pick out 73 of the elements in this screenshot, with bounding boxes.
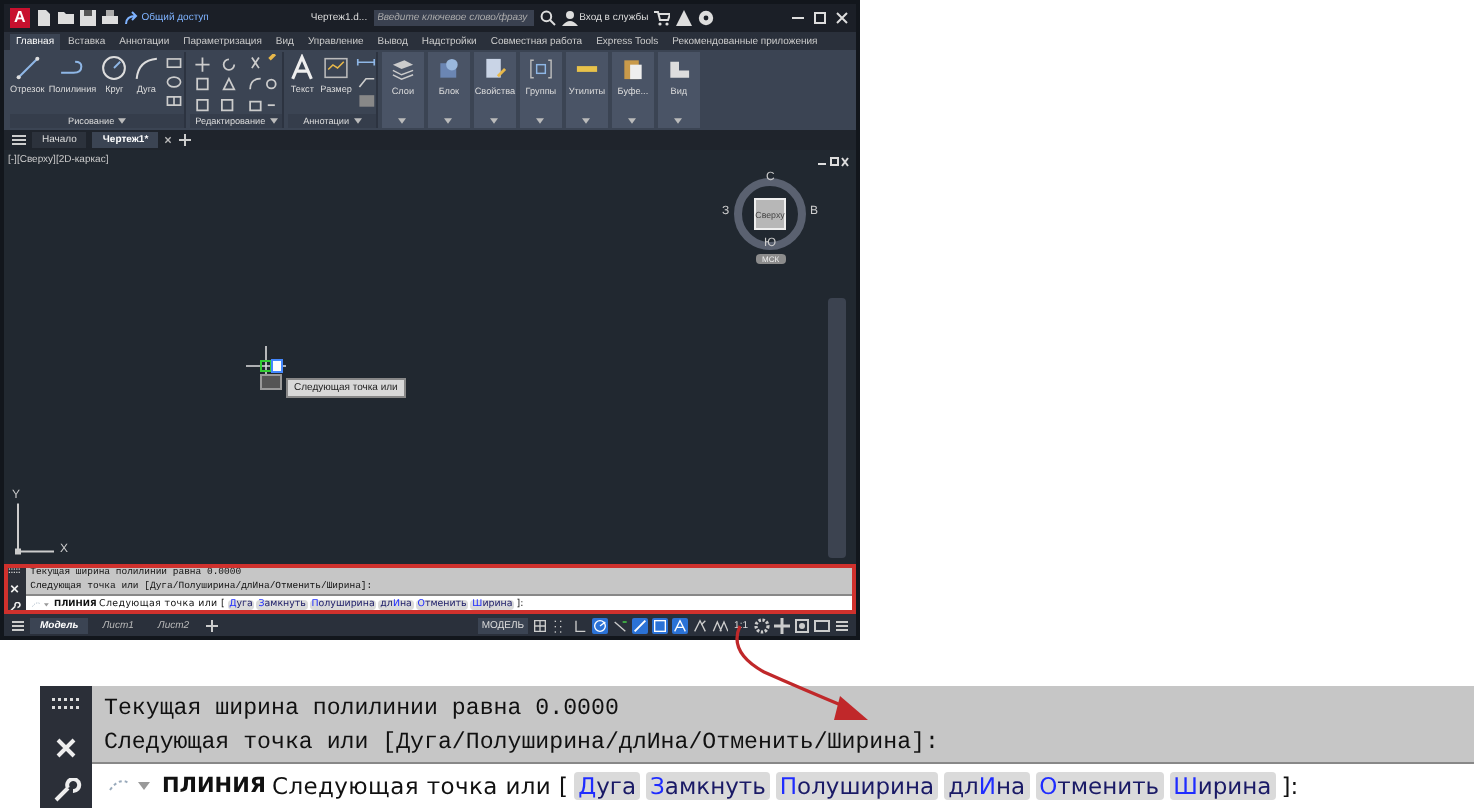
annotation-tools-drawing[interactable] [355, 54, 376, 110]
new-file-icon[interactable] [35, 10, 52, 26]
command-option[interactable]: Ширина [1169, 772, 1276, 800]
customize-icon[interactable] [834, 617, 850, 633]
isolate-objects-icon[interactable] [794, 617, 810, 633]
line-tool-icon [13, 54, 42, 82]
clipboard-icon [619, 56, 646, 82]
caret-icon[interactable] [536, 118, 545, 124]
help-icon[interactable] [698, 10, 715, 26]
view-icon [665, 56, 692, 82]
selection-toggle-icon[interactable] [652, 617, 669, 633]
fullscreen-icon[interactable] [814, 617, 830, 633]
caret-icon[interactable] [490, 118, 499, 124]
command-option[interactable]: Отменить [1035, 772, 1164, 800]
ortho-toggle-icon[interactable] [572, 617, 589, 633]
app-logo[interactable]: A [10, 8, 30, 28]
caret-icon[interactable] [269, 118, 278, 124]
plus-icon[interactable] [774, 617, 790, 633]
caret-icon[interactable] [118, 118, 127, 124]
user-icon [561, 10, 578, 26]
command-option[interactable]: Полуширина [775, 772, 939, 800]
viewport-controls-drawing[interactable] [818, 156, 850, 168]
caret-icon[interactable] [444, 118, 453, 124]
annotation-toggle-icon[interactable] [672, 617, 689, 633]
cart-icon[interactable] [654, 10, 671, 26]
dimension-tool-icon [322, 54, 351, 82]
lineweight-toggle-icon[interactable] [632, 617, 649, 633]
polar-toggle-icon[interactable] [592, 617, 609, 633]
grid-toggle-icon[interactable] [532, 617, 549, 633]
command-history-line: Следующая точка или [Дуга/Полуширина/длИна/Отменить/Ширина]: [104, 728, 941, 760]
command-name: ПЛИНИЯ [162, 774, 266, 798]
caret-icon[interactable] [353, 118, 362, 124]
wrench-icon[interactable] [8, 601, 22, 612]
menu-icon[interactable] [10, 617, 26, 633]
callout-arrow [735, 625, 868, 720]
printer-icon[interactable] [101, 10, 118, 26]
ucs-axes-icon [14, 502, 56, 556]
circle-tool-icon [100, 54, 129, 82]
command-option[interactable]: Замкнуть [646, 772, 770, 800]
command-prompt: Следующая точка или [ [271, 772, 569, 800]
folder-icon[interactable] [57, 10, 74, 26]
text-tool-icon [288, 54, 317, 82]
command-option[interactable]: длИна [944, 772, 1030, 800]
recent-commands-icon[interactable] [30, 600, 52, 611]
block-icon [435, 56, 462, 82]
caret-icon[interactable] [674, 118, 683, 124]
close-icon[interactable] [164, 136, 173, 144]
wrench-icon[interactable] [50, 778, 82, 802]
share-icon [123, 10, 140, 26]
arc-tool-icon [132, 54, 161, 82]
add-tab-icon[interactable] [178, 134, 193, 146]
add-layout-icon[interactable] [203, 617, 220, 633]
search-icon[interactable] [539, 10, 556, 26]
gear-icon[interactable] [754, 617, 770, 633]
annovisibility-toggle-icon[interactable] [692, 617, 709, 633]
command-option[interactable]: Дуга [574, 772, 641, 800]
caret-icon[interactable] [582, 118, 591, 124]
autoscale-toggle-icon[interactable] [712, 617, 729, 633]
maximize-icon[interactable] [812, 10, 828, 26]
triangle-icon[interactable] [676, 10, 693, 26]
save-icon[interactable] [79, 10, 96, 26]
draw-tools-drawing[interactable] [164, 54, 185, 110]
properties-icon [481, 56, 508, 82]
caret-icon[interactable] [398, 118, 407, 124]
command-history-line: Текущая ширина полилинии равна 0.0000 [104, 694, 621, 727]
layers-icon [389, 56, 416, 82]
close-icon[interactable] [834, 10, 850, 26]
prompt-end: ]: [1281, 772, 1299, 800]
dynamic-input-box [260, 374, 282, 390]
caret-icon[interactable] [628, 118, 637, 124]
groups-icon [527, 56, 554, 82]
menu-icon[interactable] [12, 134, 26, 146]
tracking-toggle-icon[interactable] [612, 617, 629, 633]
